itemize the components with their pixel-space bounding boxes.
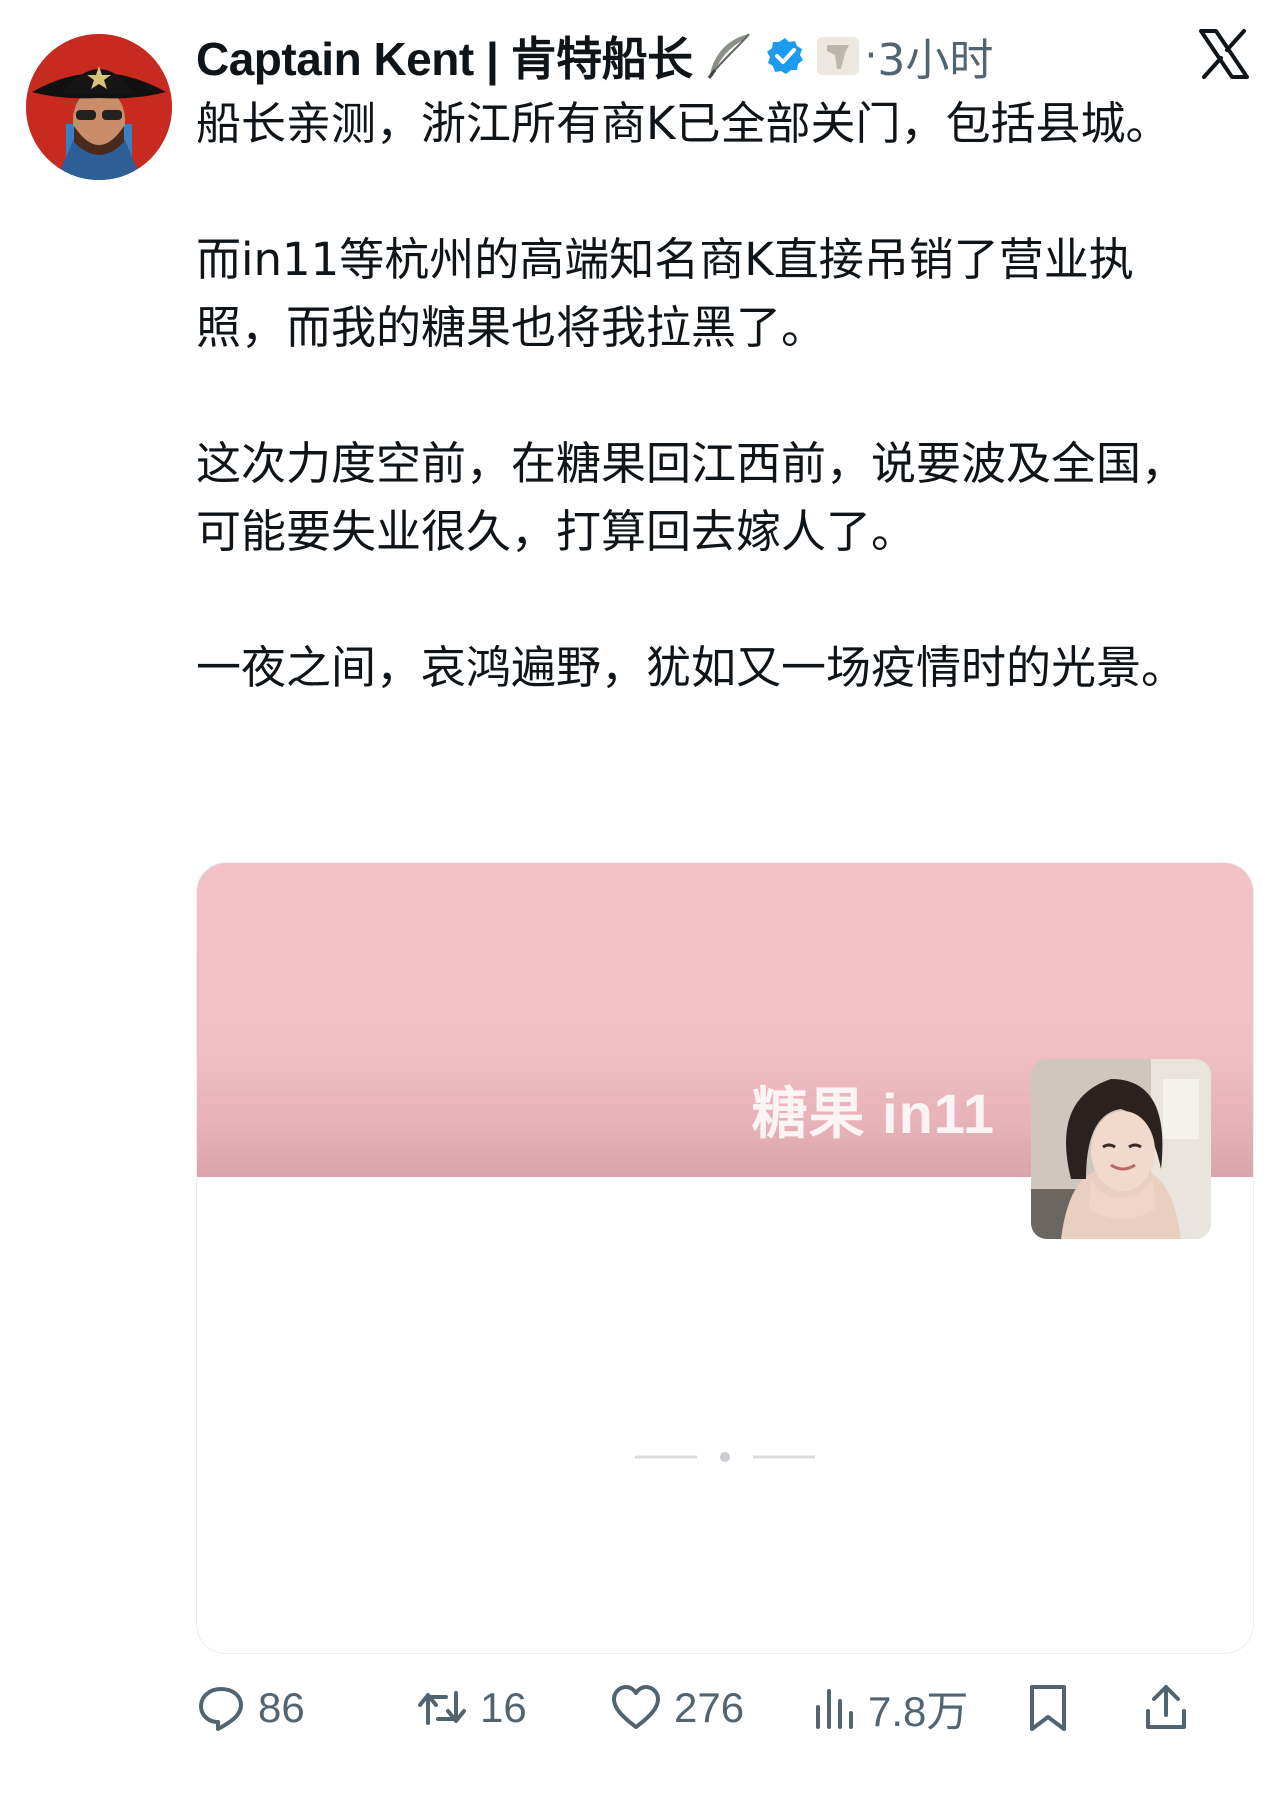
tweet-paragraph: 船长亲测，浙江所有商K已全部关门，包括县城。 [196, 97, 1171, 150]
repost-button[interactable]: 16 [416, 1676, 527, 1740]
heart-icon [612, 1685, 660, 1729]
views-button[interactable]: 7.8万 [812, 1676, 968, 1740]
author-avatar[interactable] [26, 34, 172, 180]
media-card[interactable]: 糖果 in11 [196, 862, 1254, 1654]
like-button[interactable]: 276 [610, 1676, 744, 1740]
share-button[interactable] [1142, 1676, 1190, 1740]
loading-indicator [635, 1448, 815, 1462]
tweet-action-bar: 86 16 276 7.8万 [196, 1676, 1256, 1740]
reply-count: 86 [258, 1684, 305, 1731]
repost-count: 16 [480, 1684, 527, 1731]
tweet-paragraph: 一夜之间，哀鸿遍野，犹如又一场疫情时的光景。 [196, 641, 1187, 694]
tweet-timestamp[interactable]: 3小时 [877, 24, 993, 88]
author-display-name[interactable]: Captain Kent | 肯特船长 [196, 23, 693, 89]
repost-icon [418, 1691, 466, 1725]
profile-photo-icon [1031, 1059, 1211, 1239]
separator-dot: · [864, 33, 878, 79]
profile-photo[interactable] [1031, 1059, 1211, 1239]
reply-button[interactable]: 86 [196, 1676, 305, 1740]
tweet-paragraph: 这次力度空前，在糖果回江西前，说要波及全国，可能要失业很久，打算回去嫁人了。 [196, 437, 1187, 558]
bookmark-icon [1030, 1685, 1066, 1731]
flag-icon [815, 33, 861, 79]
feather-icon [701, 30, 753, 82]
tweet-body: 船长亲测，浙江所有商K已全部关门，包括县城。 而in11等杭州的高端知名商K直接… [196, 90, 1216, 770]
verified-icon[interactable] [765, 36, 805, 76]
views-chart-icon [816, 1689, 853, 1729]
like-count: 276 [674, 1684, 745, 1731]
tweet-header: Captain Kent | 肯特船长 · 3小时 [196, 24, 1076, 88]
tweet-paragraph: 而in11等杭州的高端知名商K直接吊销了营业执照，而我的糖果也将我拉黑了。 [196, 233, 1134, 354]
pirate-captain-avatar-icon [26, 34, 172, 180]
bookmark-button[interactable] [1026, 1676, 1070, 1740]
view-count: 7.8万 [868, 1687, 969, 1735]
card-nickname: 糖果 in11 [751, 1082, 995, 1145]
x-logo-icon [1198, 28, 1250, 80]
share-icon [1146, 1685, 1186, 1729]
reply-icon [199, 1687, 243, 1731]
